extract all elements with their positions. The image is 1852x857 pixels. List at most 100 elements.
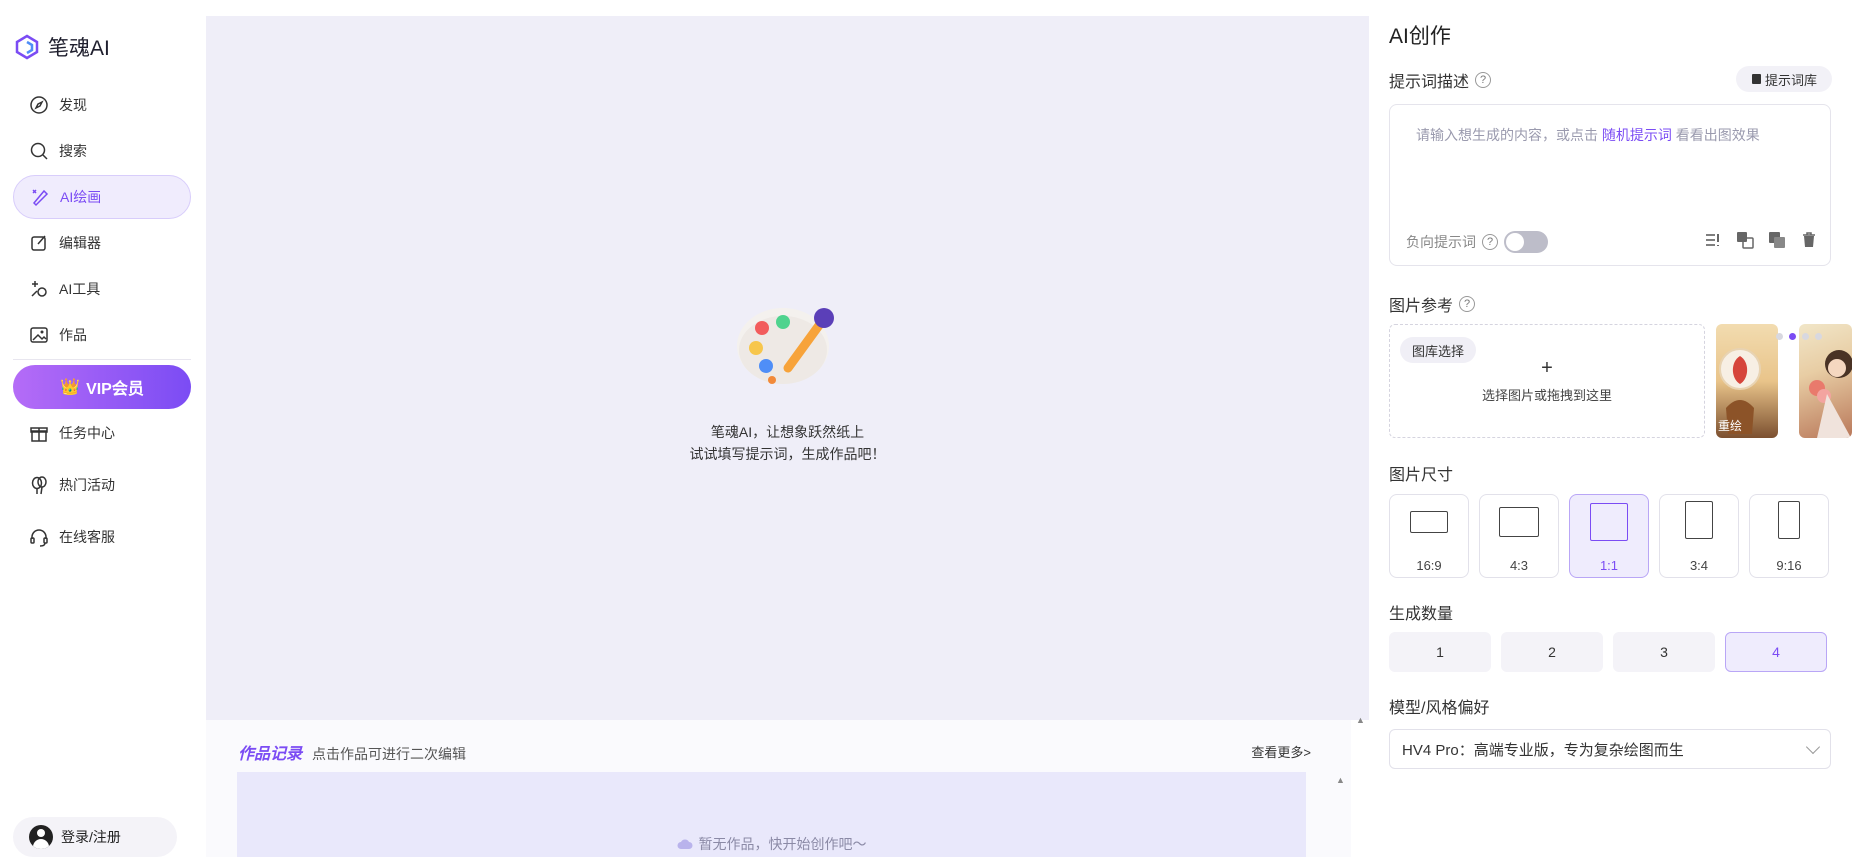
ai-paint-icon [32,189,49,207]
balloon-icon [31,476,47,495]
carousel-dot[interactable] [1802,333,1809,340]
trash-icon[interactable] [1800,231,1818,249]
ratio-16-9-icon [1410,511,1448,533]
image-reference-label: 图片参考 ? [1389,292,1476,316]
ai-tools-icon [31,281,47,297]
nav-label: 热门活动 [59,477,115,493]
nav-label: 发现 [59,97,87,113]
prompt-placeholder: 请输入想生成的内容，或点击 随机提示词 看看出图效果 [1416,125,1760,145]
prompt-library-button[interactable]: 提示词库 [1736,66,1832,92]
size-option-9-16[interactable]: 9:16 [1749,494,1829,578]
random-prompt-link[interactable]: 随机提示词 [1602,127,1672,143]
carousel-dot[interactable] [1815,333,1822,340]
model-label: 模型/风格偏好 [1389,700,1490,717]
reference-thumbnail[interactable]: 重绘 [1716,324,1778,438]
records-scroll-up-arrow-icon[interactable]: ▲ [1336,775,1345,785]
negative-help-icon[interactable]: ? [1482,234,1498,250]
image-size-label: 图片尺寸 [1389,467,1454,484]
reference-thumbnail-2[interactable] [1799,324,1852,438]
negative-prompt-label: 负向提示词 [1406,234,1476,250]
empty-state: 笔魂AI，让想象跃然纸上 试试填写提示词，生成作品吧！ [206,284,1369,465]
vip-label: VIP会员 [86,381,144,398]
records-empty-text: 暂无作品，快开始创作吧～ [698,836,867,852]
nav-item-ai-tools[interactable]: AI工具 [13,267,191,311]
count-options: 1 2 3 4 [1389,632,1827,672]
discover-icon [30,96,48,114]
search-icon [30,142,48,160]
sidebar: 笔魂AI 发现 搜索 AI绘画 编辑器 AI工具 作品 👑 VIP会员 任务中心… [0,0,206,857]
size-option-1-1[interactable]: 1:1 [1569,494,1649,578]
carousel-dot-active[interactable] [1789,333,1796,340]
creation-panel: AI创作 提示词描述 ? 提示词库 请输入想生成的内容，或点击 随机提示词 看看… [1369,0,1852,857]
nav-label: 在线客服 [59,529,115,545]
copy-icon[interactable] [1768,231,1786,249]
nav-item-events[interactable]: 热门活动 [13,460,191,510]
nav-label: AI工具 [59,281,101,297]
size-label: 16:9 [1416,558,1442,573]
thumb-label: 重绘 [1718,419,1743,433]
nav-item-ai-paint[interactable]: AI绘画 [13,175,191,219]
count-option-4[interactable]: 4 [1725,632,1827,672]
chevron-down-icon [1805,739,1821,755]
nav-item-support[interactable]: 在线客服 [13,512,191,562]
prompt-label: 提示词描述 ? [1389,68,1492,92]
size-option-16-9[interactable]: 16:9 [1389,494,1469,578]
records-subtitle: 点击作品可进行二次编辑 [312,746,467,762]
nav-item-search[interactable]: 搜索 [13,129,191,173]
size-option-3-4[interactable]: 3:4 [1659,494,1739,578]
help-icon[interactable]: ? [1475,72,1492,88]
nav-item-editor[interactable]: 编辑器 [13,221,191,265]
image-reference-text: 图片参考 [1389,298,1454,315]
ref-help-icon[interactable]: ? [1459,296,1476,312]
gift-icon [30,427,48,442]
logo[interactable]: 笔魂AI [14,32,110,62]
nav-label: 编辑器 [59,235,101,251]
nav-item-discover[interactable]: 发现 [13,83,191,127]
count-option-3[interactable]: 3 [1613,632,1715,672]
nav-label: 搜索 [59,143,87,159]
scroll-up-arrow-icon[interactable]: ▲ [1356,715,1365,725]
crown-icon: 👑 [60,379,81,396]
headset-icon [30,529,48,547]
count-option-1[interactable]: 1 [1389,632,1491,672]
image-upload-area[interactable]: 图库选择 + 选择图片或拖拽到这里 [1389,324,1705,438]
vip-button[interactable]: 👑 VIP会员 [13,365,191,409]
carousel-dots [1776,333,1822,340]
works-record-section: 作品记录 点击作品可进行二次编辑 查看更多> 暂无作品，快开始创作吧～ ▲ ▲ [206,715,1365,857]
nav-label: 任务中心 [59,425,115,441]
model-value: HV4 Pro：高端专业版，专为复杂绘图而生 [1402,741,1684,759]
placeholder-suffix: 看看出图效果 [1675,127,1760,143]
size-label: 1:1 [1599,558,1619,573]
nav-divider [13,359,191,360]
carousel-dot[interactable] [1776,333,1783,340]
view-more-link[interactable]: 查看更多> [1251,742,1311,761]
empty-line-1: 笔魂AI，让想象跃然纸上 [710,424,865,440]
size-label: 4:3 [1509,558,1529,573]
size-options: 16:9 4:3 1:1 3:4 9:16 [1389,494,1829,578]
book-icon [1751,74,1761,84]
prompt-tools [1704,231,1818,249]
secondary-nav: 任务中心 热门活动 在线客服 [13,408,191,564]
ratio-1-1-icon [1590,503,1628,541]
girl-with-flowers-image [1809,350,1852,438]
model-select[interactable]: HV4 Pro：高端专业版，专为复杂绘图而生 [1389,729,1831,769]
prompt-input[interactable]: 请输入想生成的内容，或点击 随机提示词 看看出图效果 负向提示词 ? [1389,104,1831,266]
size-label: 9:16 [1776,558,1802,573]
negative-prompt-toggle[interactable] [1504,231,1548,253]
logo-text: 笔魂AI [48,37,110,60]
count-option-2[interactable]: 2 [1501,632,1603,672]
login-button[interactable]: 登录/注册 [13,817,177,857]
negative-prompt-row: 负向提示词 ? [1406,231,1548,253]
editor-icon [31,235,46,251]
plus-icon: + [1541,357,1553,379]
translate-icon[interactable] [1736,231,1754,249]
nav-item-tasks[interactable]: 任务中心 [13,408,191,458]
records-empty: 暂无作品，快开始创作吧～ [237,834,1306,854]
records-list: 暂无作品，快开始创作吧～ [237,772,1306,857]
cloud-icon [677,839,692,849]
format-list-icon[interactable] [1704,231,1722,249]
nav-item-works[interactable]: 作品 [13,313,191,357]
size-option-4-3[interactable]: 4:3 [1479,494,1559,578]
ratio-9-16-icon [1778,501,1800,539]
placeholder-prefix: 请输入想生成的内容，或点击 [1416,127,1598,143]
